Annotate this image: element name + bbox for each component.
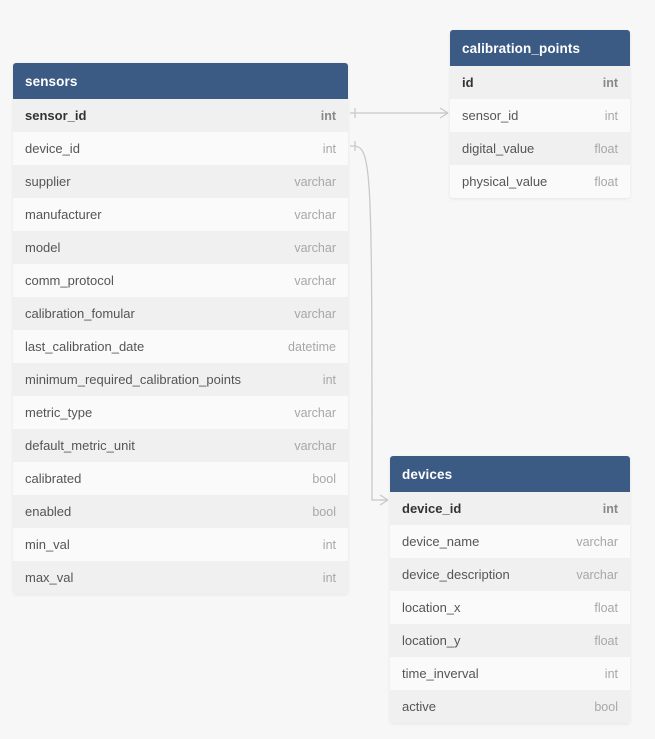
column-row[interactable]: supplier varchar [13,165,348,198]
column-name: device_id [402,501,461,516]
column-name: time_inverval [402,666,479,681]
column-type: varchar [294,175,336,189]
entity-table-devices[interactable]: devices device_idintdevice_namevarcharde… [390,456,630,723]
column-type: varchar [576,535,618,549]
column-name: calibration_fomular [25,306,135,321]
column-row[interactable]: calibration_fomular varchar [13,297,348,330]
entity-columns: sensor_idintdevice_idintsuppliervarcharm… [13,99,348,594]
relation-end-crowfoot [380,495,388,505]
relation-sensors-to-devices [350,146,388,500]
column-name: model [25,240,60,255]
column-row[interactable]: minimum_required_calibration_points int [13,363,348,396]
column-name: physical_value [462,174,547,189]
column-name: digital_value [462,141,534,156]
column-name: comm_protocol [25,273,114,288]
entity-columns: device_idintdevice_namevarchardevice_des… [390,492,630,723]
column-type: int [321,109,336,123]
column-name: device_description [402,567,510,582]
column-row[interactable]: id int [450,66,630,99]
column-type: int [605,109,618,123]
column-type: int [323,571,336,585]
column-name: enabled [25,504,71,519]
column-type: int [323,142,336,156]
column-name: id [462,75,474,90]
column-row[interactable]: physical_value float [450,165,630,198]
column-row[interactable]: sensor_id int [450,99,630,132]
entity-columns: idintsensor_idintdigital_valuefloatphysi… [450,66,630,198]
column-row[interactable]: device_id int [390,492,630,525]
column-name: location_y [402,633,461,648]
column-type: int [603,76,618,90]
column-row[interactable]: active bool [390,690,630,723]
column-type: bool [312,505,336,519]
column-type: float [594,634,618,648]
column-row[interactable]: device_description varchar [390,558,630,591]
column-type: bool [594,700,618,714]
column-name: metric_type [25,405,92,420]
column-row[interactable]: device_id int [13,132,348,165]
column-type: varchar [576,568,618,582]
column-type: bool [312,472,336,486]
entity-table-calibration-points[interactable]: calibration_points id int sensor_id int digi… [450,30,630,198]
column-type: int [605,667,618,681]
column-row[interactable]: sensor_id int [13,99,348,132]
column-row[interactable]: device_name varchar [390,525,630,558]
column-name: manufacturer [25,207,102,222]
column-name: last_calibration_date [25,339,144,354]
entity-header[interactable]: devices [390,456,630,492]
column-row[interactable]: last_calibration_date datetime [13,330,348,363]
column-name: sensor_id [462,108,518,123]
column-type: varchar [294,406,336,420]
column-type: varchar [294,439,336,453]
column-name: max_val [25,570,73,585]
column-type: varchar [294,208,336,222]
column-type: datetime [288,340,336,354]
column-name: device_id [25,141,80,156]
column-name: minimum_required_calibration_points [25,372,241,387]
column-row[interactable]: max_val int [13,561,348,594]
column-row[interactable]: enabled bool [13,495,348,528]
entity-table-sensors[interactable]: sensors sensor_idintdevice_idintsupplier… [13,63,348,594]
column-type: varchar [294,241,336,255]
column-name: supplier [25,174,71,189]
column-name: location_x [402,600,461,615]
column-row[interactable]: manufacturer varchar [13,198,348,231]
column-name: min_val [25,537,70,552]
entity-title: devices [402,467,452,482]
column-row[interactable]: location_y float [390,624,630,657]
column-row[interactable]: metric_type varchar [13,396,348,429]
column-row[interactable]: comm_protocol varchar [13,264,348,297]
column-type: varchar [294,307,336,321]
column-row[interactable]: calibrated bool [13,462,348,495]
entity-title: calibration_points [462,41,580,56]
entity-title: sensors [25,74,77,89]
column-row[interactable]: location_x float [390,591,630,624]
column-row[interactable]: min_val int [13,528,348,561]
column-type: int [323,538,336,552]
column-row[interactable]: time_inverval int [390,657,630,690]
relation-end-crowfoot [440,108,448,118]
column-row[interactable]: digital_value float [450,132,630,165]
column-type: varchar [294,274,336,288]
column-type: float [594,175,618,189]
column-name: device_name [402,534,479,549]
column-type: float [594,142,618,156]
column-name: default_metric_unit [25,438,135,453]
column-name: active [402,699,436,714]
column-type: float [594,601,618,615]
column-type: int [323,373,336,387]
column-row[interactable]: default_metric_unit varchar [13,429,348,462]
column-name: calibrated [25,471,81,486]
column-row[interactable]: model varchar [13,231,348,264]
entity-header[interactable]: calibration_points [450,30,630,66]
column-type: int [603,502,618,516]
column-name: sensor_id [25,108,86,123]
entity-header[interactable]: sensors [13,63,348,99]
